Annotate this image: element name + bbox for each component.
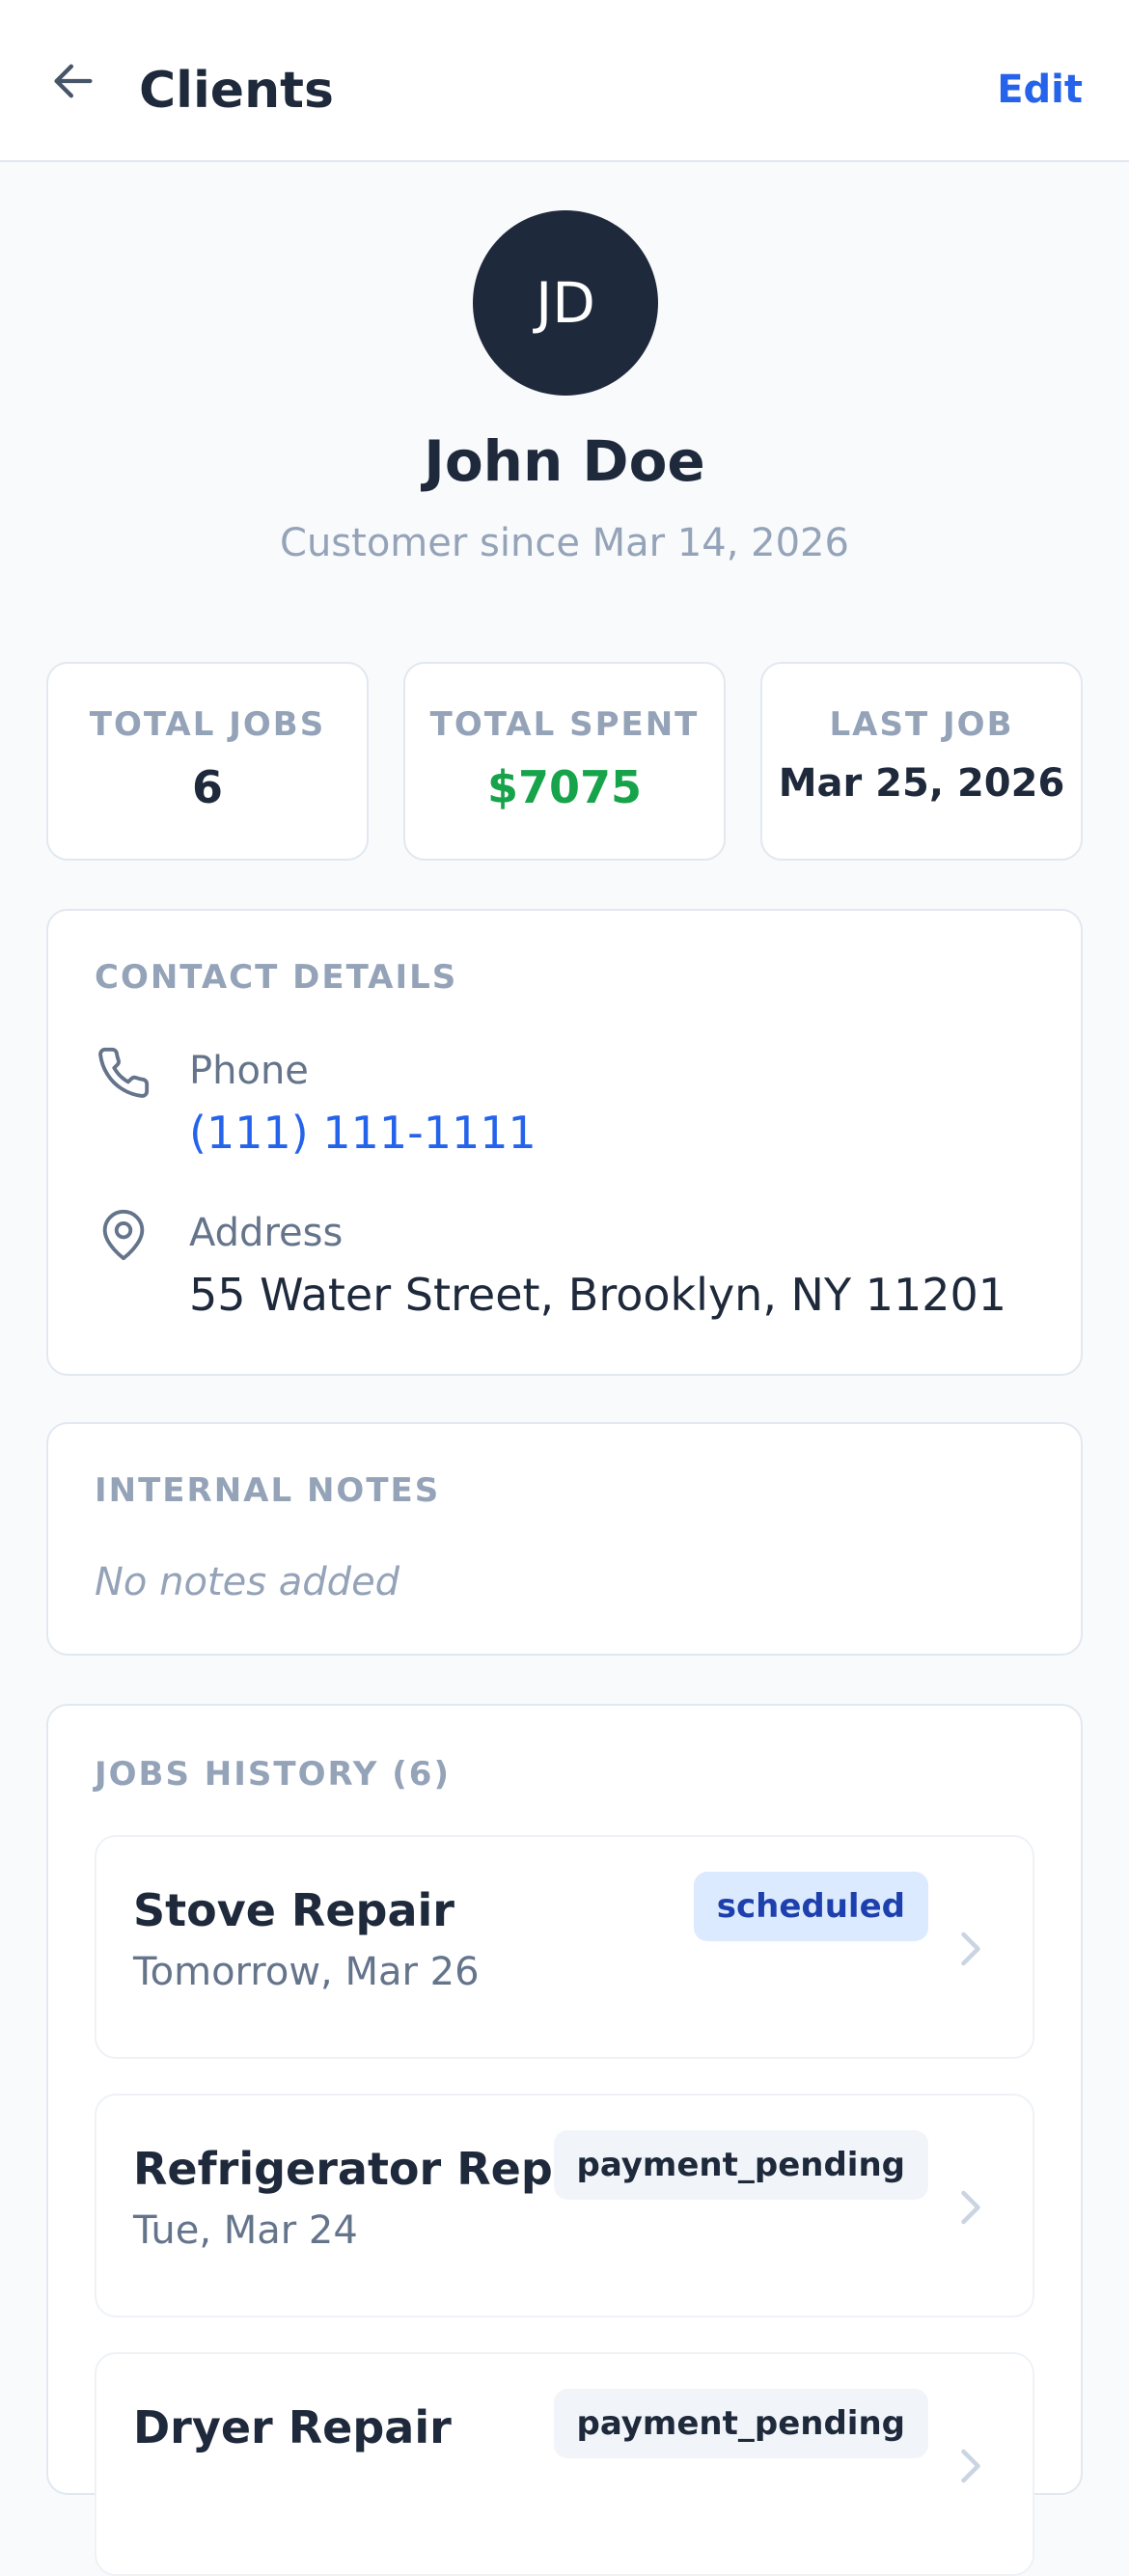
stat-card-total-jobs: TOTAL JOBS 6 [46,662,369,861]
client-name: John Doe [424,428,705,494]
stat-value: Mar 25, 2026 [778,761,1065,806]
phone-link[interactable]: (111) 111-1111 [189,1102,537,1164]
stat-label: TOTAL JOBS [89,705,326,744]
job-title: Refrigerator Repair [133,2143,620,2195]
chevron-right-icon [951,2443,990,2489]
internal-notes-card: INTERNAL NOTES No notes added [46,1422,1083,1656]
job-date: Tue, Mar 24 [133,2208,358,2253]
avatar: JD [473,210,658,396]
chevron-right-icon [951,2184,990,2231]
stat-label: LAST JOB [829,705,1014,744]
jobs-history-card: JOBS HISTORY (6) Stove Repair Tomorrow, … [46,1704,1083,2576]
status-badge: payment_pending [553,2130,928,2200]
status-badge: scheduled [693,1872,928,1941]
status-badge: payment_pending [553,2389,928,2458]
job-date: Tomorrow, Mar 26 [133,1950,480,1994]
job-row[interactable]: Stove Repair Tomorrow, Mar 26 scheduled [95,1835,1034,2059]
stat-card-total-spent: TOTAL SPENT $7075 [403,662,726,861]
stat-value: 6 [191,761,223,813]
section-title: CONTACT DETAILS [95,958,458,997]
top-app-bar: Clients Edit [0,0,1129,162]
section-title: INTERNAL NOTES [95,1471,441,1510]
edit-button[interactable]: Edit [997,62,1083,118]
notes-empty-text: No notes added [95,1560,400,1604]
job-row[interactable]: Dryer Repair payment_pending [95,2352,1034,2576]
chevron-right-icon [951,1926,990,1972]
phone-label: Phone [189,1049,309,1093]
job-title: Stove Repair [133,1884,454,1936]
stat-value: $7075 [486,761,643,813]
arrow-left-icon [48,56,98,110]
page-title: Clients [139,62,334,120]
address-label: Address [189,1211,344,1255]
stat-label: TOTAL SPENT [429,705,700,744]
stat-card-last-job: LAST JOB Mar 25, 2026 [760,662,1083,861]
section-title: JOBS HISTORY (6) [95,1755,451,1794]
back-button[interactable] [44,54,102,112]
phone-icon [95,1044,152,1102]
map-pin-icon [95,1206,152,1264]
address-value: 55 Water Street, Brooklyn, NY 11201 [189,1269,1007,1321]
job-row[interactable]: Refrigerator Repair Tue, Mar 24 payment_… [95,2094,1034,2317]
customer-since-text: Customer since Mar 14, 2026 [280,521,849,565]
job-title: Dryer Repair [133,2401,452,2453]
contact-details-card: CONTACT DETAILS Phone (111) 111-1111 Add… [46,909,1083,1376]
